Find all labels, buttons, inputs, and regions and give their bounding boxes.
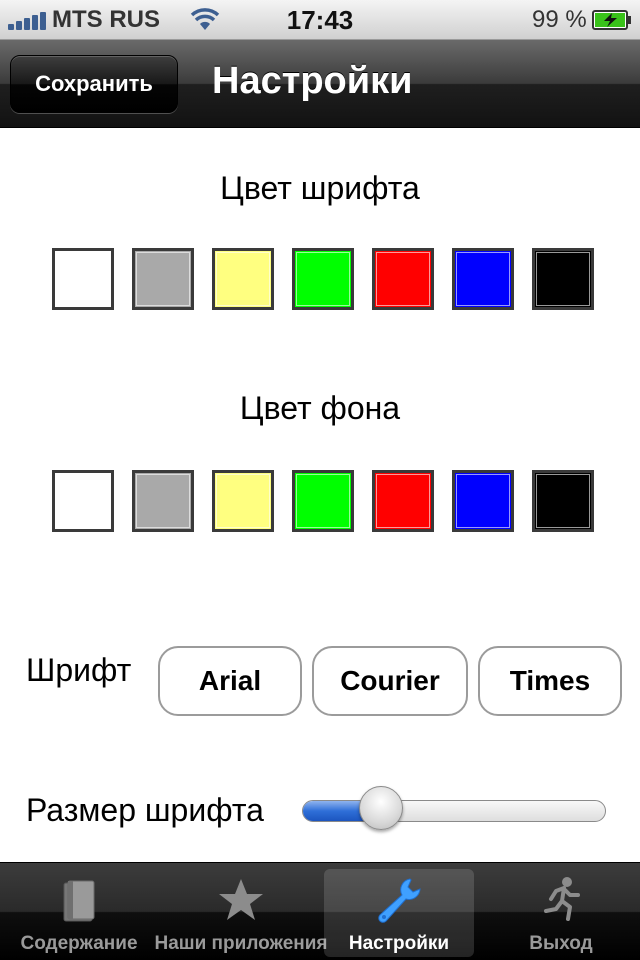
font-color-swatch-white[interactable]: [52, 248, 114, 310]
running-man-icon: [544, 877, 580, 921]
background-color-swatches: [52, 470, 596, 532]
background-color-swatch-blue[interactable]: [452, 470, 514, 532]
page-title: Настройки: [212, 60, 413, 102]
font-color-swatch-blue[interactable]: [452, 248, 514, 310]
tab-exit[interactable]: Выход: [486, 869, 636, 957]
font-color-swatch-black[interactable]: [532, 248, 594, 310]
font-courier-button[interactable]: Courier: [312, 646, 468, 716]
background-color-swatch-gray[interactable]: [132, 470, 194, 532]
battery-percent: 99 %: [532, 6, 587, 33]
status-bar: MTS RUS 17:43 99 %: [0, 0, 640, 40]
tab-contents[interactable]: Содержание: [4, 869, 154, 957]
tab-bar: Содержание Наши приложения Настройки Вых…: [0, 862, 640, 960]
book-icon: [63, 880, 95, 922]
font-size-slider-thumb[interactable]: [359, 786, 404, 830]
font-color-swatch-green[interactable]: [292, 248, 354, 310]
tab-settings[interactable]: Настройки: [324, 869, 474, 957]
font-color-swatch-red[interactable]: [372, 248, 434, 310]
font-color-swatch-gray[interactable]: [132, 248, 194, 310]
tab-exit-label: Выход: [529, 933, 593, 954]
save-button[interactable]: Сохранить: [10, 55, 178, 113]
navigation-bar: Сохранить Настройки: [0, 40, 640, 128]
battery-charging-icon: [592, 10, 631, 30]
wrench-icon: [378, 878, 421, 923]
star-icon: [219, 879, 263, 920]
tab-our-apps[interactable]: Наши приложения: [154, 869, 328, 957]
font-color-swatch-yellow[interactable]: [212, 248, 274, 310]
background-color-swatch-yellow[interactable]: [212, 470, 274, 532]
font-color-heading: Цвет шрифта: [220, 170, 420, 206]
font-arial-button[interactable]: Arial: [158, 646, 302, 716]
font-color-swatches: [52, 248, 596, 310]
background-color-swatch-black[interactable]: [532, 470, 594, 532]
background-color-swatch-green[interactable]: [292, 470, 354, 532]
background-color-heading: Цвет фона: [239, 390, 401, 426]
font-times-button[interactable]: Times: [478, 646, 622, 716]
font-size-slider[interactable]: [302, 800, 606, 822]
background-color-swatch-red[interactable]: [372, 470, 434, 532]
font-size-label: Размер шрифта: [26, 792, 264, 828]
background-color-swatch-white[interactable]: [52, 470, 114, 532]
font-label: Шрифт: [26, 652, 132, 688]
